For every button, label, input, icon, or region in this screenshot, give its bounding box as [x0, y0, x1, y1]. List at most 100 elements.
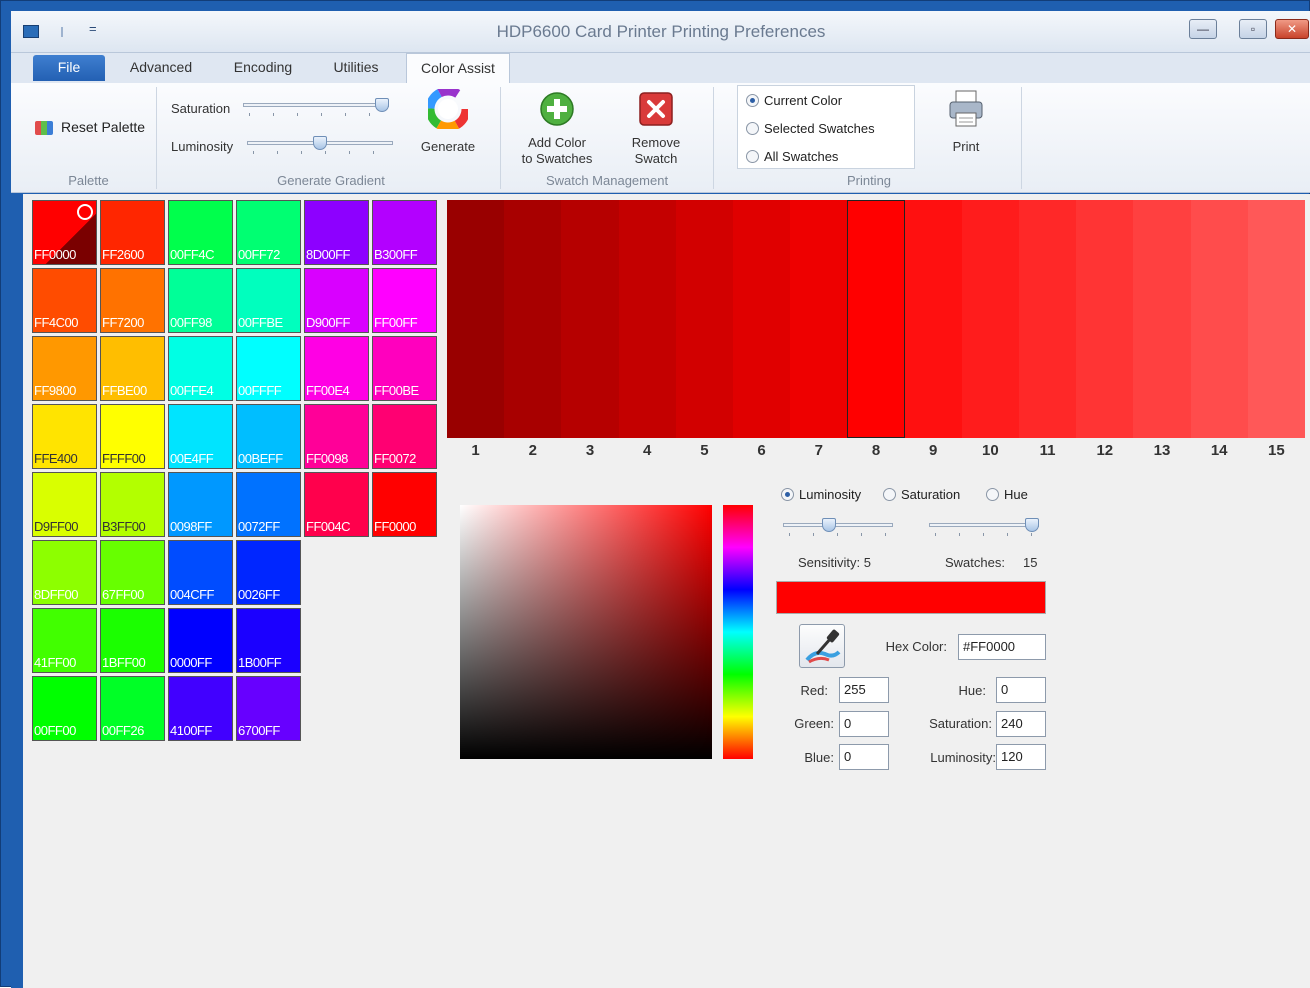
palette-swatch[interactable]: FF004C	[304, 472, 369, 537]
palette-swatch[interactable]: FF0000	[32, 200, 97, 265]
palette-swatch[interactable]: 1BFF00	[100, 608, 165, 673]
palette-swatch[interactable]: 0000FF	[168, 608, 233, 673]
gradient-swatch[interactable]	[447, 200, 505, 438]
palette-swatch[interactable]: 00FFBE	[236, 268, 301, 333]
luminosity-input[interactable]: 120	[996, 744, 1046, 770]
palette-swatch[interactable]: FF9800	[32, 336, 97, 401]
swatch-count-slider[interactable]	[929, 517, 1039, 539]
reset-palette-button[interactable]: Reset Palette	[31, 117, 151, 139]
print-button[interactable]: Print	[935, 87, 997, 163]
gradient-swatch[interactable]	[1133, 200, 1192, 438]
saturation-luminosity-picker[interactable]	[460, 505, 712, 759]
palette-swatch[interactable]: FF00BE	[372, 336, 437, 401]
gradient-swatch[interactable]	[504, 200, 562, 438]
palette-swatch[interactable]: FF4C00	[32, 268, 97, 333]
palette-swatch[interactable]: 0026FF	[236, 540, 301, 605]
mode-hue-radio[interactable]: Hue	[986, 487, 1028, 502]
mode-luminosity-radio[interactable]: Luminosity	[781, 487, 861, 502]
palette-swatch[interactable]: 67FF00	[100, 540, 165, 605]
generate-button[interactable]: Generate	[409, 87, 487, 163]
tab-advanced[interactable]: Advanced	[121, 53, 201, 83]
print-all-swatches-radio[interactable]: All Swatches	[746, 149, 838, 164]
palette-swatch[interactable]: FF2600	[100, 200, 165, 265]
gradient-swatch[interactable]	[1247, 200, 1306, 438]
printing-group-label: Printing	[846, 173, 892, 188]
add-color-button[interactable]: Add Color to Swatches	[511, 89, 603, 171]
palette-swatch[interactable]: 4100FF	[168, 676, 233, 741]
hue-slider-bar[interactable]	[723, 505, 753, 759]
hex-color-input[interactable]: #FF0000	[958, 634, 1046, 660]
palette-swatch[interactable]: FF0098	[304, 404, 369, 469]
palette-swatch[interactable]: D9FF00	[32, 472, 97, 537]
palette-swatch[interactable]: 6700FF	[236, 676, 301, 741]
gradient-swatch[interactable]	[1190, 200, 1249, 438]
gradient-swatch[interactable]	[561, 200, 620, 438]
palette-swatch[interactable]: 004CFF	[168, 540, 233, 605]
palette-swatch[interactable]: 1B00FF	[236, 608, 301, 673]
palette-swatch[interactable]: 41FF00	[32, 608, 97, 673]
palette-swatch[interactable]: FF0072	[372, 404, 437, 469]
mode-saturation-radio[interactable]: Saturation	[883, 487, 960, 502]
gradient-swatch[interactable]	[847, 200, 906, 438]
tab-color-assist[interactable]: Color Assist	[406, 53, 510, 83]
minimize-button[interactable]: —	[1189, 19, 1217, 39]
palette-swatch[interactable]: B300FF	[372, 200, 437, 265]
palette-swatch[interactable]: 00FFE4	[168, 336, 233, 401]
green-input[interactable]: 0	[839, 711, 889, 737]
remove-swatch-button[interactable]: Remove Swatch	[621, 89, 691, 171]
selected-check-icon	[77, 204, 93, 220]
palette-swatch[interactable]: FF00E4	[304, 336, 369, 401]
gradient-swatch[interactable]	[904, 200, 963, 438]
eyedropper-button[interactable]	[799, 624, 845, 668]
swatch-code: FFE400	[34, 451, 78, 466]
gradient-swatch[interactable]	[618, 200, 677, 438]
palette-swatch[interactable]: FF00FF	[372, 268, 437, 333]
palette-swatch[interactable]: 00FF4C	[168, 200, 233, 265]
sensitivity-slider[interactable]	[783, 517, 893, 539]
luminosity-slider-thumb[interactable]	[313, 136, 327, 150]
palette-swatch[interactable]: B3FF00	[100, 472, 165, 537]
palette-swatch[interactable]: 00FF72	[236, 200, 301, 265]
add-icon	[540, 92, 574, 126]
gradient-swatch[interactable]	[790, 200, 848, 438]
gradient-swatch[interactable]	[675, 200, 734, 438]
maximize-button[interactable]: ▫	[1239, 19, 1267, 39]
tab-encoding[interactable]: Encoding	[223, 53, 303, 83]
red-input[interactable]: 255	[839, 677, 889, 703]
palette-swatch[interactable]: 8DFF00	[32, 540, 97, 605]
palette-swatch[interactable]: D900FF	[304, 268, 369, 333]
print-selected-swatches-radio[interactable]: Selected Swatches	[746, 121, 875, 136]
palette-swatch[interactable]: FF0000	[372, 472, 437, 537]
tab-file[interactable]: File	[33, 55, 105, 81]
palette-swatch[interactable]: 00FF00	[32, 676, 97, 741]
print-current-color-radio[interactable]: Current Color	[746, 93, 842, 108]
luminosity-slider[interactable]	[247, 135, 393, 157]
palette-swatch[interactable]: 00FF26	[100, 676, 165, 741]
palette-swatch[interactable]: 0098FF	[168, 472, 233, 537]
tab-utilities[interactable]: Utilities	[321, 53, 391, 83]
palette-swatch[interactable]: 8D00FF	[304, 200, 369, 265]
blue-input[interactable]: 0	[839, 744, 889, 770]
close-button[interactable]: ✕	[1275, 19, 1309, 39]
saturation-slider[interactable]	[243, 97, 389, 119]
gradient-swatch[interactable]	[733, 200, 791, 438]
palette-swatch[interactable]: FFBE00	[100, 336, 165, 401]
palette-swatch[interactable]: 0072FF	[236, 472, 301, 537]
palette-swatch[interactable]: FFE400	[32, 404, 97, 469]
palette-swatch[interactable]: 00FFFF	[236, 336, 301, 401]
hue-input[interactable]: 0	[996, 677, 1046, 703]
gradient-swatch[interactable]	[1019, 200, 1077, 438]
sensitivity-slider-thumb[interactable]	[822, 518, 837, 532]
saturation-input[interactable]: 240	[996, 711, 1046, 737]
palette-swatch[interactable]: FFFF00	[100, 404, 165, 469]
palette-swatch[interactable]: 00E4FF	[168, 404, 233, 469]
gradient-swatch[interactable]	[1076, 200, 1134, 438]
palette-swatch[interactable]: 00BEFF	[236, 404, 301, 469]
ribbon: Reset Palette Palette Saturation Luminos…	[11, 83, 1310, 193]
swatches-label: Swatches:	[945, 555, 1005, 570]
swatch-count-slider-thumb[interactable]	[1025, 518, 1039, 532]
palette-swatch[interactable]: 00FF98	[168, 268, 233, 333]
saturation-slider-thumb[interactable]	[375, 98, 389, 112]
palette-swatch[interactable]: FF7200	[100, 268, 165, 333]
gradient-swatch[interactable]	[961, 200, 1020, 438]
